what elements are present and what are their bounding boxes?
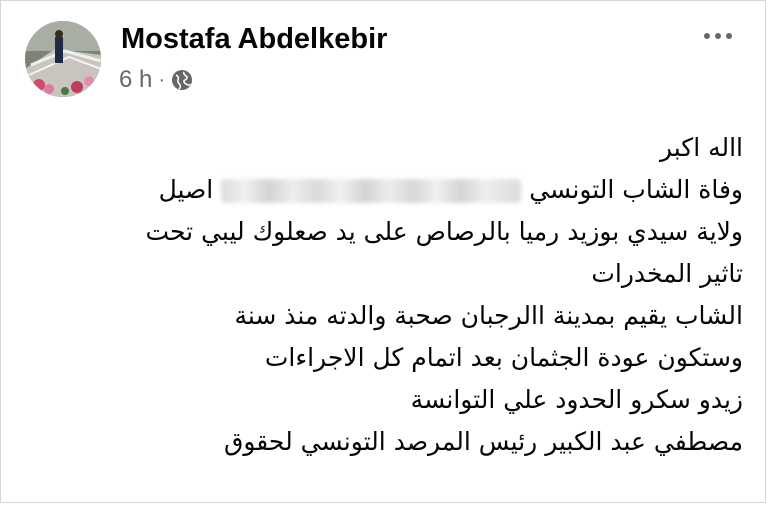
author-name[interactable]: Mostafa Abdelkebir [121, 21, 387, 57]
post-line: مصطفي عبد الكبير رئيس المرصد التونسي لحق… [223, 427, 743, 456]
post-card: Mostafa Abdelkebir 6 h · االه اكبر وفاة … [0, 0, 766, 503]
post-line: وستكون عودة الجثمان بعد اتمام كل الاجراء… [264, 343, 743, 372]
globe-icon[interactable] [171, 69, 193, 91]
post-line: ولاية سيدي بوزيد رميا بالرصاص على يد صعل… [145, 217, 744, 246]
meta-separator: · [158, 69, 166, 91]
post-line-segment: وفاة الشاب التونسي [529, 175, 743, 204]
post-line: االه اكبر [659, 133, 743, 162]
more-options-icon [704, 33, 710, 39]
author-avatar[interactable] [25, 21, 101, 97]
post-line: وفاة الشاب التونسي اصيل [21, 169, 743, 211]
more-options-icon-dot [715, 33, 721, 39]
blurred-name-redaction [221, 179, 522, 203]
post-line-segment: اصيل [158, 175, 214, 204]
post-text: االه اكبر وفاة الشاب التونسي اصيل ولاية س… [21, 127, 744, 463]
post-line: الشاب يقيم بمدينة االرجبان صحبة والدته م… [234, 301, 743, 330]
post-timestamp[interactable]: 6 h [119, 66, 152, 94]
more-options-button[interactable] [693, 21, 743, 51]
post-header: Mostafa Abdelkebir 6 h · [1, 1, 765, 111]
avatar-photo [25, 21, 101, 97]
post-line: تاثير المخدرات [591, 259, 743, 288]
more-options-icon-dot [726, 33, 732, 39]
post-line: زيدو سكرو الحدود علي التوانسة [410, 385, 743, 414]
post-meta: 6 h · [119, 65, 193, 95]
